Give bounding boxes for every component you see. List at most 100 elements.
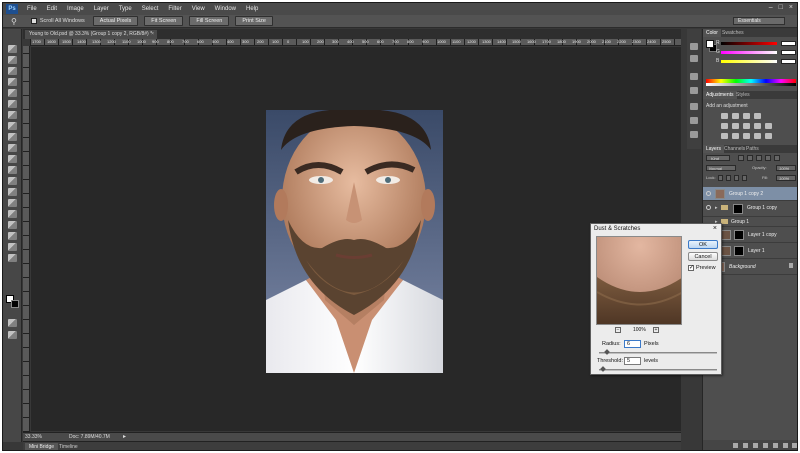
filter-preview[interactable] xyxy=(596,236,682,325)
opacity-field[interactable]: 100% xyxy=(776,165,796,171)
background-color-swatch[interactable] xyxy=(11,300,19,308)
filter-adjustment-icon[interactable] xyxy=(747,155,753,161)
menu-image[interactable]: Image xyxy=(62,6,89,12)
vibrance-icon[interactable] xyxy=(721,123,728,129)
quick-mask-icon[interactable] xyxy=(8,319,17,327)
paragraph-panel-icon[interactable] xyxy=(690,87,698,94)
visibility-eye-icon[interactable] xyxy=(706,205,711,210)
fill-field[interactable]: 100% xyxy=(776,175,796,181)
dialog-close-icon[interactable]: × xyxy=(713,225,717,232)
threshold-input[interactable]: 5 xyxy=(624,357,641,365)
close-tab-icon[interactable]: × xyxy=(151,30,154,39)
exposure-icon[interactable] xyxy=(754,113,761,119)
zoom-tool-icon[interactable] xyxy=(8,254,17,262)
menu-file[interactable]: File xyxy=(22,6,42,12)
hand-tool-icon[interactable] xyxy=(8,243,17,251)
eraser-tool-icon[interactable] xyxy=(8,155,17,163)
trash-icon[interactable] xyxy=(792,443,797,448)
close-icon[interactable]: × xyxy=(789,4,793,11)
lock-transparent-icon[interactable] xyxy=(718,175,723,181)
add-mask-icon[interactable] xyxy=(753,443,758,448)
actions-panel-icon[interactable] xyxy=(690,55,698,62)
color-balance-icon[interactable] xyxy=(743,123,750,129)
brightness-contrast-icon[interactable] xyxy=(721,113,728,119)
blur-tool-icon[interactable] xyxy=(8,177,17,185)
crop-tool-icon[interactable] xyxy=(8,89,17,97)
color-foreground-swatch[interactable] xyxy=(706,40,714,48)
maximize-icon[interactable]: □ xyxy=(779,4,783,11)
type-tool-icon[interactable] xyxy=(8,210,17,218)
green-slider[interactable] xyxy=(721,51,777,54)
lock-pixels-icon[interactable] xyxy=(726,175,731,181)
layer-row[interactable]: Group 1 copy 2 xyxy=(703,187,797,201)
tab-styles[interactable]: Styles xyxy=(733,91,753,99)
levels-icon[interactable] xyxy=(732,113,739,119)
screen-mode-icon[interactable] xyxy=(8,331,17,339)
document-tab[interactable]: Young to Old.psd @ 33.3% (Group 1 copy 2… xyxy=(25,30,157,39)
zoom-in-icon[interactable]: + xyxy=(653,327,659,333)
history-panel-icon[interactable] xyxy=(690,43,698,50)
fit-screen-button[interactable]: Fit Screen xyxy=(144,16,184,26)
green-value-field[interactable] xyxy=(781,50,796,55)
filter-smart-object-icon[interactable] xyxy=(774,155,780,161)
visibility-eye-icon[interactable] xyxy=(706,191,711,196)
lasso-tool-icon[interactable] xyxy=(8,67,17,75)
red-slider[interactable] xyxy=(721,42,777,45)
history-brush-tool-icon[interactable] xyxy=(8,144,17,152)
link-layers-icon[interactable] xyxy=(733,443,738,448)
pen-tool-icon[interactable] xyxy=(8,199,17,207)
invert-icon[interactable] xyxy=(721,133,728,139)
gradient-tool-icon[interactable] xyxy=(8,166,17,174)
curves-icon[interactable] xyxy=(743,113,750,119)
menu-window[interactable]: Window xyxy=(210,6,241,12)
black-white-icon[interactable] xyxy=(754,123,761,129)
new-group-icon[interactable] xyxy=(773,443,778,448)
brush-tool-icon[interactable] xyxy=(8,122,17,130)
layer-style-icon[interactable] xyxy=(743,443,748,448)
tab-paths[interactable]: Paths xyxy=(743,145,762,153)
status-menu-arrow-icon[interactable]: ▸ xyxy=(123,433,126,441)
menu-select[interactable]: Select xyxy=(137,6,164,12)
path-select-tool-icon[interactable] xyxy=(8,221,17,229)
healing-brush-tool-icon[interactable] xyxy=(8,111,17,119)
brush-panel-icon[interactable] xyxy=(690,103,698,110)
filter-pixel-icon[interactable] xyxy=(738,155,744,161)
horizontal-ruler[interactable]: 1700 1600 1500 1400 1300 1200 1100 1000 900 800 70… xyxy=(30,39,681,46)
lock-position-icon[interactable] xyxy=(734,175,739,181)
new-layer-icon[interactable] xyxy=(783,443,788,448)
marquee-tool-icon[interactable] xyxy=(8,56,17,64)
radius-slider-thumb[interactable] xyxy=(604,349,610,355)
menu-filter[interactable]: Filter xyxy=(163,6,186,12)
filter-type-icon[interactable] xyxy=(756,155,762,161)
new-adjustment-icon[interactable] xyxy=(763,443,768,448)
red-value-field[interactable] xyxy=(781,41,796,46)
cancel-button[interactable]: Cancel xyxy=(688,252,718,261)
minimize-icon[interactable]: – xyxy=(769,4,773,11)
canvas-area[interactable] xyxy=(31,47,681,431)
vertical-ruler[interactable] xyxy=(23,46,30,432)
posterize-icon[interactable] xyxy=(732,133,739,139)
clone-source-panel-icon[interactable] xyxy=(690,117,698,124)
menu-type[interactable]: Type xyxy=(114,6,137,12)
move-tool-icon[interactable] xyxy=(8,45,17,53)
hue-saturation-icon[interactable] xyxy=(732,123,739,129)
threshold-slider[interactable] xyxy=(599,366,717,372)
blue-value-field[interactable] xyxy=(781,59,796,64)
layer-row[interactable]: ▸ Group 1 copy xyxy=(703,201,797,217)
lock-all-icon[interactable] xyxy=(742,175,747,181)
preview-checkbox[interactable]: ✓ xyxy=(688,265,694,271)
menu-layer[interactable]: Layer xyxy=(89,6,114,12)
tab-adjustments[interactable]: Adjustments xyxy=(703,91,737,99)
blend-mode-select[interactable]: Normal xyxy=(706,165,736,171)
menu-edit[interactable]: Edit xyxy=(42,6,62,12)
menu-view[interactable]: View xyxy=(187,6,210,12)
fill-screen-button[interactable]: Fill Screen xyxy=(189,16,230,26)
filter-shape-icon[interactable] xyxy=(765,155,771,161)
gradient-map-icon[interactable] xyxy=(754,133,761,139)
actual-pixels-button[interactable]: Actual Pixels xyxy=(92,16,139,26)
expand-arrow-icon[interactable]: ▸ xyxy=(715,205,718,211)
properties-panel-icon[interactable] xyxy=(690,131,698,138)
color-spectrum[interactable] xyxy=(706,79,796,86)
ok-button[interactable]: OK xyxy=(688,240,718,249)
clone-stamp-tool-icon[interactable] xyxy=(8,133,17,141)
